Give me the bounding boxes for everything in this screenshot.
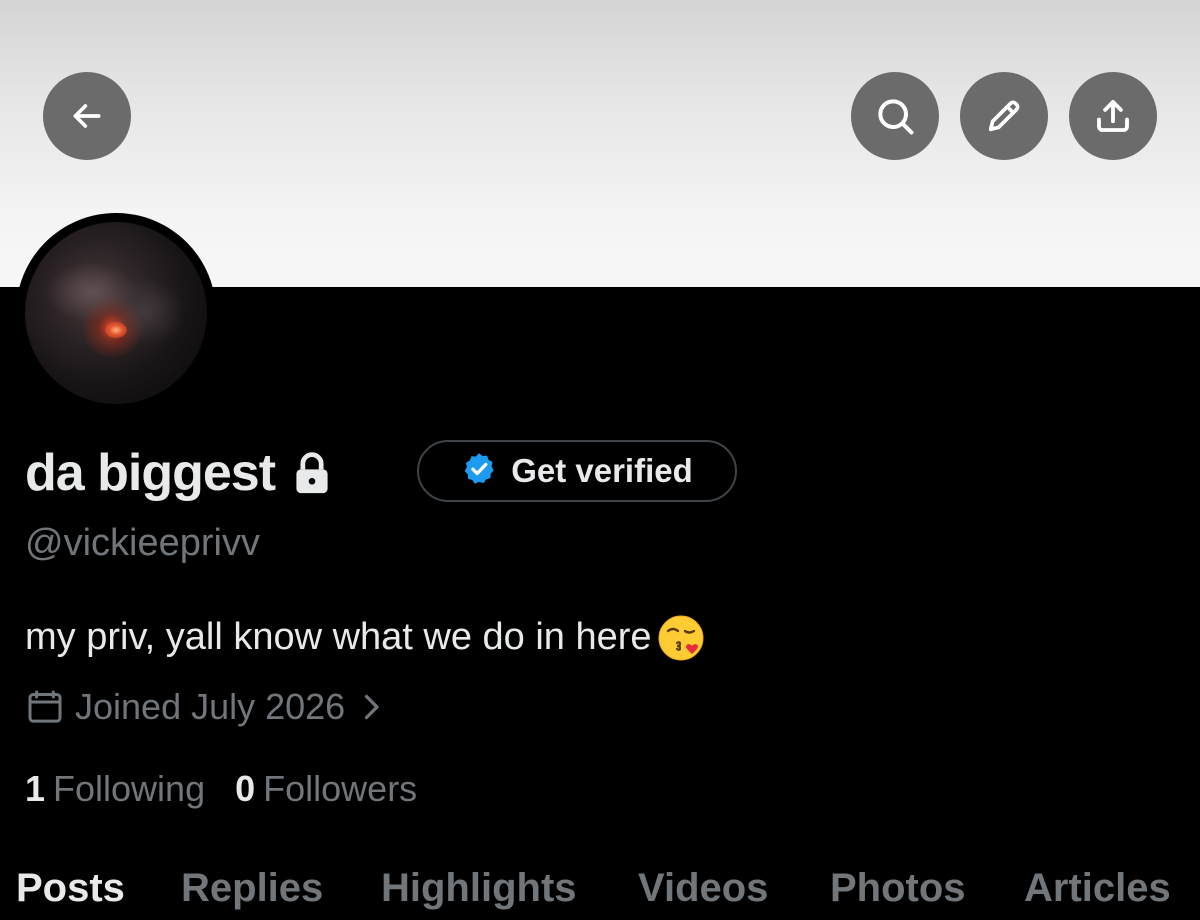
joined-date[interactable]: Joined July 2026 bbox=[25, 686, 383, 728]
pencil-icon bbox=[984, 96, 1024, 136]
share-icon bbox=[1092, 95, 1134, 137]
follow-stats: 1 Following 0 Followers bbox=[25, 768, 417, 810]
calendar-icon bbox=[25, 687, 65, 727]
verified-badge-icon bbox=[461, 451, 497, 492]
bio-text: my priv, yall know what we do in here bbox=[25, 616, 652, 659]
kissing-face-emoji-icon bbox=[656, 613, 706, 663]
tab-articles[interactable]: Articles bbox=[1024, 868, 1171, 908]
tab-highlights[interactable]: Highlights bbox=[381, 868, 577, 908]
chevron-right-icon bbox=[359, 692, 383, 722]
share-button[interactable] bbox=[1069, 72, 1157, 160]
avatar[interactable] bbox=[16, 213, 216, 413]
display-name: da biggest bbox=[25, 444, 276, 502]
following-label: Following bbox=[53, 768, 206, 809]
following-stat[interactable]: 1 Following bbox=[25, 768, 205, 810]
lock-icon bbox=[293, 451, 331, 495]
tab-posts[interactable]: Posts bbox=[16, 868, 125, 908]
followers-count: 0 bbox=[235, 768, 256, 809]
joined-text: Joined July 2026 bbox=[75, 686, 346, 727]
get-verified-label: Get verified bbox=[511, 452, 693, 489]
profile-tabs: Posts Replies Highlights Videos Photos A… bbox=[0, 862, 1200, 920]
get-verified-button[interactable]: Get verified bbox=[417, 440, 737, 502]
arrow-left-icon bbox=[67, 96, 107, 136]
edit-button[interactable] bbox=[960, 72, 1048, 160]
name-row: da biggest bbox=[25, 438, 331, 508]
search-button[interactable] bbox=[851, 72, 939, 160]
bio: my priv, yall know what we do in here bbox=[25, 613, 706, 663]
followers-stat[interactable]: 0 Followers bbox=[235, 768, 417, 810]
back-button[interactable] bbox=[43, 72, 131, 160]
followers-label: Followers bbox=[263, 768, 418, 809]
profile-page: da biggest Get verified @vickieeprivv my… bbox=[0, 0, 1200, 920]
tab-photos[interactable]: Photos bbox=[830, 868, 966, 908]
username-handle: @vickieeprivv bbox=[25, 522, 260, 564]
avatar-image bbox=[25, 222, 207, 404]
tab-videos[interactable]: Videos bbox=[638, 868, 768, 908]
following-count: 1 bbox=[25, 768, 46, 809]
search-icon bbox=[873, 94, 917, 138]
tab-replies[interactable]: Replies bbox=[181, 868, 323, 908]
